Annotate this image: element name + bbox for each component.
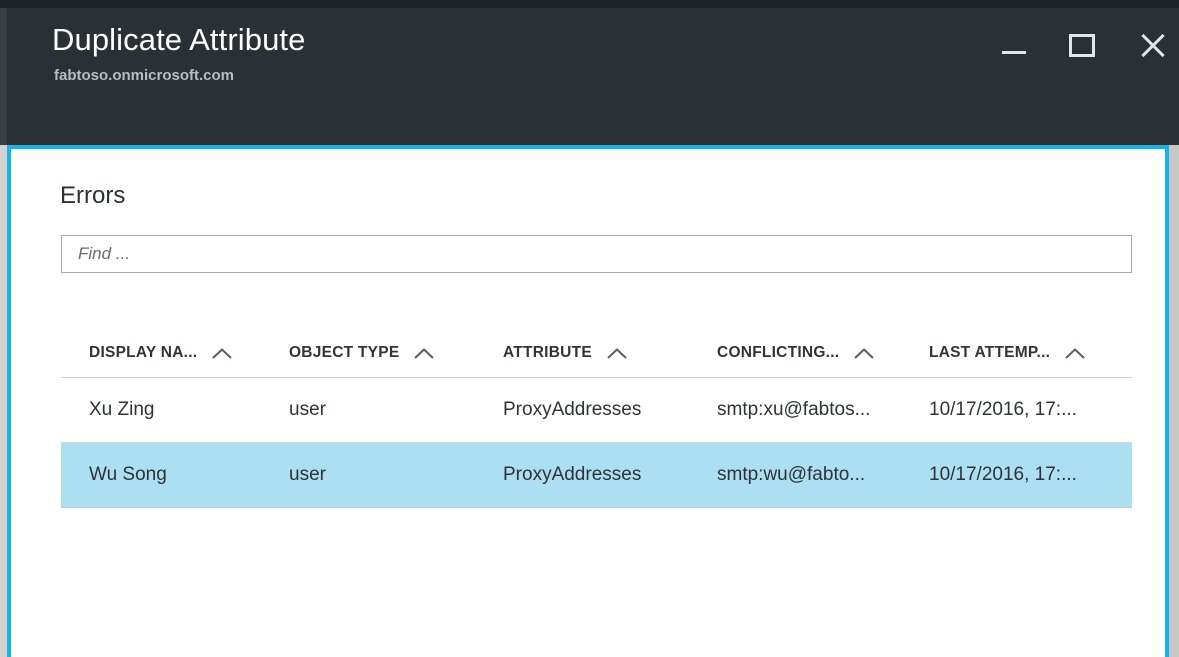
cell-attribute: ProxyAddresses [503,464,642,485]
page-subtitle: fabtoso.onmicrosoft.com [54,67,235,84]
cell-conflicting-value: smtp:wu@fabto... [717,464,866,485]
window-top-edge [0,0,1179,8]
cell-attribute: ProxyAddresses [503,399,642,420]
maximize-icon [1069,33,1095,57]
column-header-label: CONFLICTING... [717,344,840,361]
section-heading: Errors [60,182,126,209]
column-header-last-attempt[interactable]: LAST ATTEMP... [915,344,1128,362]
column-header-label: DISPLAY NA... [89,344,198,361]
page-title: Duplicate Attribute [52,22,306,57]
cell-display-name: Xu Zing [89,399,155,420]
column-header-label: OBJECT TYPE [289,344,400,361]
column-header-object-type[interactable]: OBJECT TYPE [275,344,489,362]
maximize-button[interactable] [1059,22,1105,68]
column-header-label: LAST ATTEMP... [929,344,1051,361]
chevron-up-icon [413,347,435,360]
errors-table: DISPLAY NA... OBJECT TYPE ATTRIBUTE CONF… [61,329,1132,508]
table-row[interactable]: Xu Zing user ProxyAddresses smtp:xu@fabt… [61,378,1132,443]
chevron-up-icon [606,347,628,360]
cell-object-type: user [289,464,326,485]
column-header-conflicting-value[interactable]: CONFLICTING... [703,344,915,362]
cell-conflicting-value: smtp:xu@fabtos... [717,399,871,420]
chevron-up-icon [853,347,875,360]
cell-last-attempt: 10/17/2016, 17:... [929,464,1077,485]
minimize-button[interactable] [991,22,1037,68]
search-input[interactable] [61,235,1132,273]
cell-last-attempt: 10/17/2016, 17:... [929,399,1077,420]
duplicate-attribute-window: Duplicate Attribute fabtoso.onmicrosoft.… [0,0,1179,657]
column-header-attribute[interactable]: ATTRIBUTE [489,344,703,362]
title-bar: Duplicate Attribute fabtoso.onmicrosoft.… [7,8,1179,145]
minimize-icon [1002,50,1026,54]
close-button[interactable] [1129,22,1175,68]
table-header-row: DISPLAY NA... OBJECT TYPE ATTRIBUTE CONF… [61,329,1132,378]
cell-display-name: Wu Song [89,464,167,485]
table-row[interactable]: Wu Song user ProxyAddresses smtp:wu@fabt… [61,443,1132,508]
content-panel: Errors DISPLAY NA... OBJECT TYPE AT [7,145,1169,657]
window-right-rail [1169,145,1179,657]
column-header-display-name[interactable]: DISPLAY NA... [61,344,275,362]
chevron-up-icon [211,347,233,360]
chevron-up-icon [1064,347,1086,360]
cell-object-type: user [289,399,326,420]
close-icon [1138,31,1166,59]
window-left-rail [0,145,7,657]
window-left-edge-titlebar [0,8,7,145]
column-header-label: ATTRIBUTE [503,344,592,361]
